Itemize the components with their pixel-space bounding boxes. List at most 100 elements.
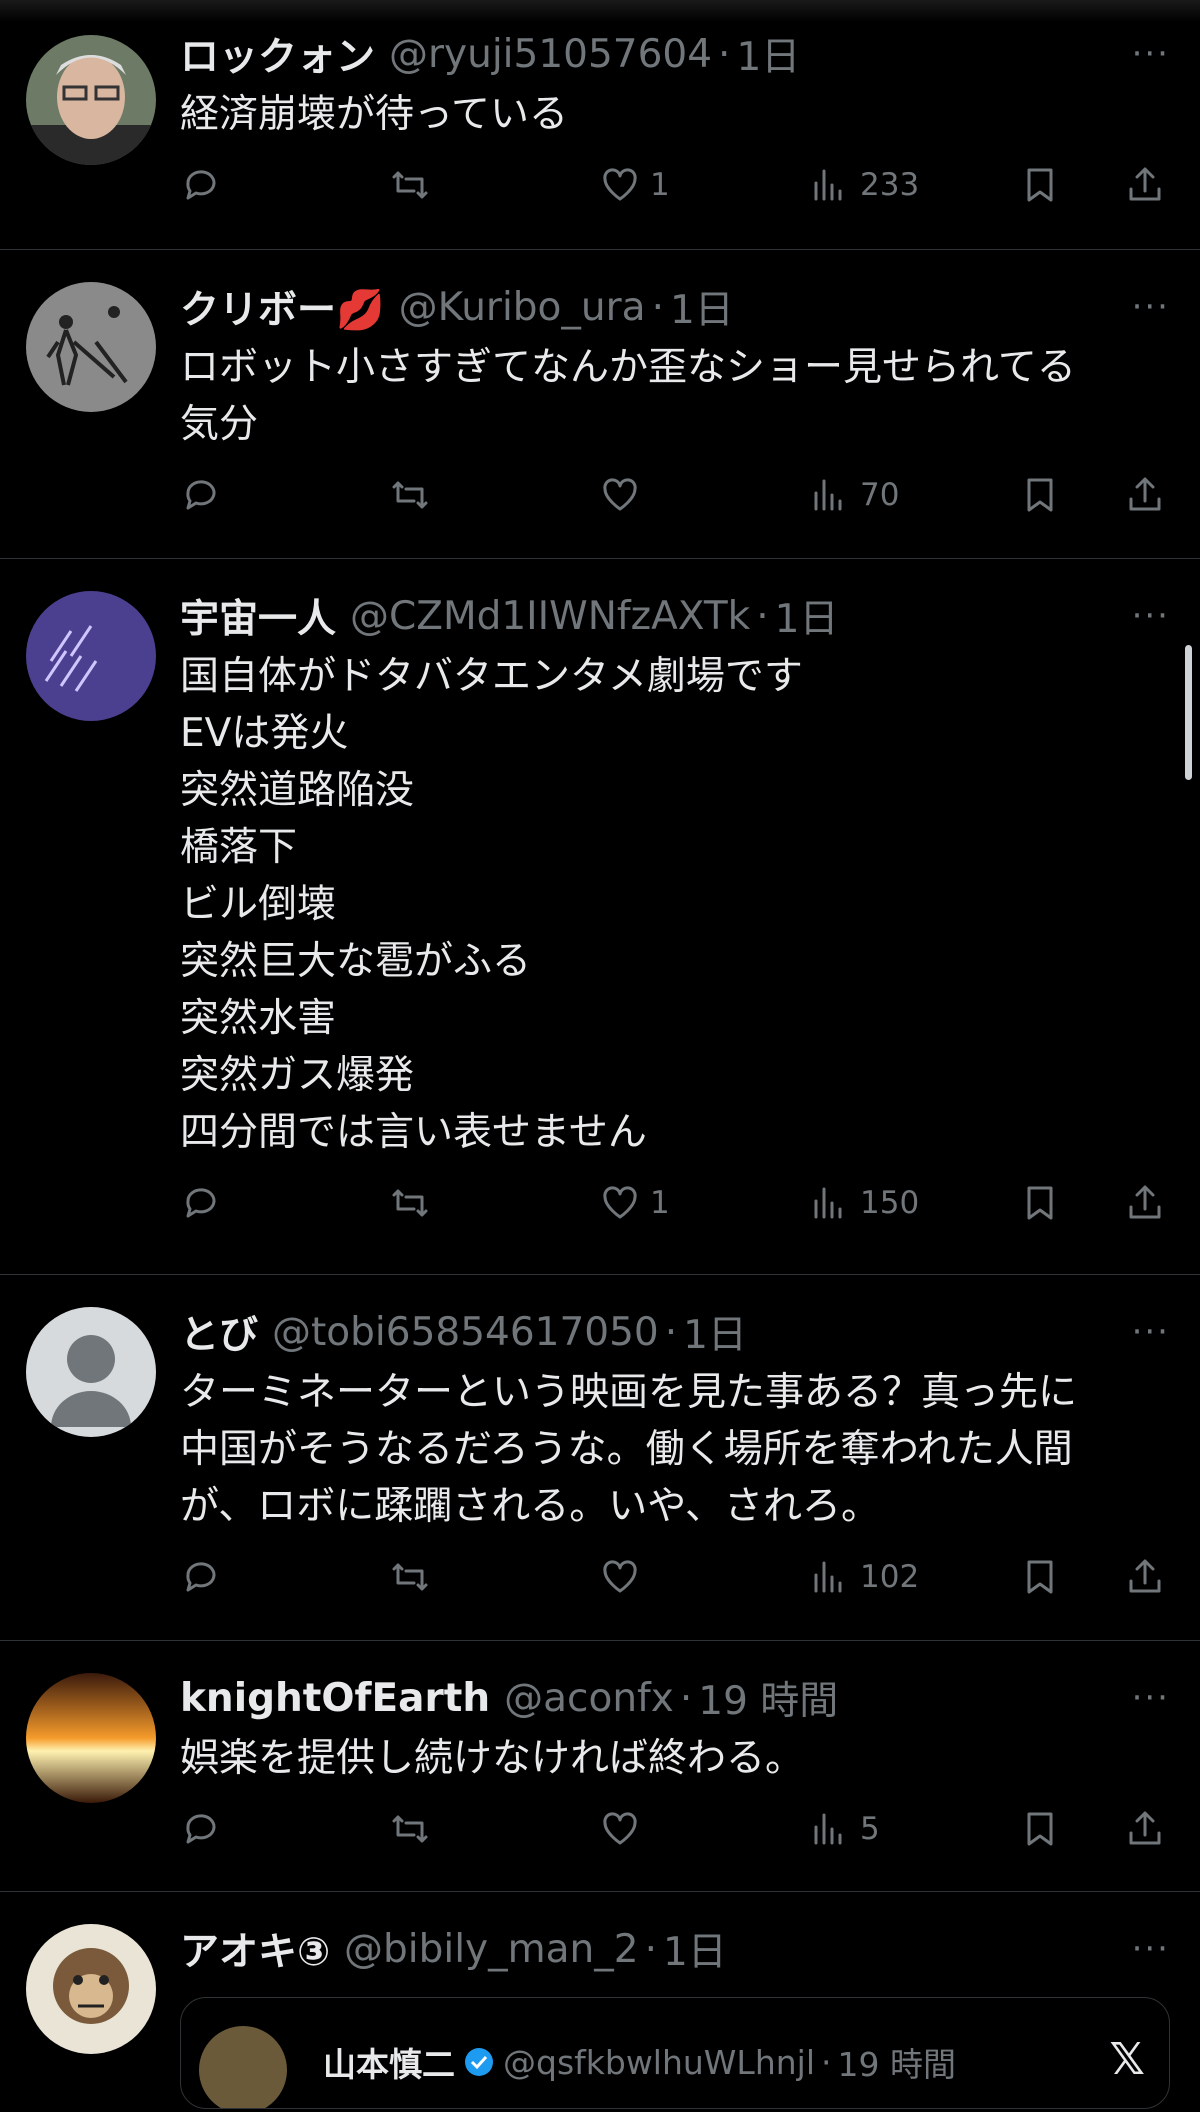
quoted-tweet[interactable]: 山本慎二 @qsfkbwlhuWLhnjl · 19 時間 𝕏	[180, 1997, 1170, 2109]
tweet-5[interactable]: knightOfEarth @aconfx · 19 時間 ··· 娯楽を提供し…	[0, 1641, 1200, 1892]
avatar[interactable]	[26, 591, 156, 721]
author-handle[interactable]: @bibily_man_2	[344, 1927, 639, 1972]
repost-button[interactable]	[390, 1809, 430, 1849]
repost-button[interactable]	[390, 1183, 430, 1223]
views-button[interactable]: 102	[810, 1557, 919, 1597]
bookmark-icon	[1027, 478, 1053, 512]
reply-button[interactable]	[180, 1183, 220, 1223]
reply-button[interactable]	[180, 1557, 220, 1597]
author-name[interactable]: アオキ③	[180, 1921, 330, 1977]
share-button[interactable]	[1125, 165, 1165, 205]
quoted-avatar[interactable]	[199, 2026, 287, 2108]
author-name[interactable]: knightOfEarth	[180, 1676, 490, 1721]
share-icon	[1129, 1185, 1161, 1219]
reply-button[interactable]	[180, 165, 220, 205]
tweet-3[interactable]: 宇宙一人 @CZMd1IIWNfzAXTk · 1日 ··· 国自体がドタバタエ…	[0, 559, 1200, 1275]
tweet-line: 突然ガス爆発	[180, 1053, 415, 1098]
repost-button[interactable]	[390, 1557, 430, 1597]
bookmark-button[interactable]	[1020, 1809, 1060, 1849]
author-handle[interactable]: @ryuji51057604	[389, 32, 712, 77]
author-name[interactable]: とび	[180, 1304, 258, 1360]
share-icon	[1129, 167, 1161, 201]
action-bar: 70	[180, 475, 1170, 545]
heart-icon	[603, 1560, 637, 1593]
views-icon	[814, 1561, 842, 1593]
repost-button[interactable]	[390, 475, 430, 515]
avatar[interactable]	[26, 1307, 156, 1437]
quoted-timestamp[interactable]: 19 時間	[838, 2038, 956, 2086]
like-button[interactable]: 1	[600, 165, 670, 205]
more-icon[interactable]: ···	[1132, 1678, 1170, 1718]
tweet-4[interactable]: とび @tobi65854617050 · 1日 ··· ターミネーターという映…	[0, 1275, 1200, 1641]
separator: ·	[664, 1309, 678, 1355]
author-handle[interactable]: @Kuribo_ura	[399, 285, 646, 330]
tweet-text: 経済崩壊が待っている	[180, 86, 1170, 143]
avatar[interactable]	[26, 1673, 156, 1803]
tweet-line: が、ロボに蹂躙される。いや、されろ。	[180, 1484, 881, 1529]
views-button[interactable]: 70	[810, 475, 899, 515]
bookmark-button[interactable]	[1020, 1557, 1060, 1597]
author-name[interactable]: 宇宙一人	[180, 588, 336, 644]
share-button[interactable]	[1125, 1809, 1165, 1849]
quoted-author-handle[interactable]: @qsfkbwlhuWLhnjl	[503, 2043, 815, 2082]
like-button[interactable]: 1	[600, 1183, 670, 1223]
tweet-6[interactable]: アオキ③ @bibily_man_2 · 1日 ··· 山本慎二 @qsfkbw…	[0, 1892, 1200, 2112]
share-button[interactable]	[1125, 1183, 1165, 1223]
tweet-2[interactable]: クリボー💋 @Kuribo_ura · 1日 ··· ロボット小さすぎてなんか歪…	[0, 250, 1200, 559]
tweet-line: 国自体がドタバタエンタメ劇場です	[180, 654, 803, 699]
views-button[interactable]: 5	[810, 1809, 880, 1849]
more-icon[interactable]: ···	[1132, 1929, 1170, 1969]
repost-icon	[392, 1189, 428, 1217]
tweet-text: ターミネーターという映画を見た事ある？真っ先に 中国がそうなるだろうな。働く場所…	[180, 1364, 1170, 1535]
timestamp[interactable]: 1日	[775, 588, 839, 644]
reply-icon	[186, 1562, 216, 1592]
repost-button[interactable]	[390, 165, 430, 205]
separator: ·	[644, 1926, 657, 1972]
more-icon[interactable]: ···	[1132, 596, 1170, 636]
views-icon	[814, 479, 842, 511]
like-count: 1	[650, 1185, 670, 1221]
share-icon	[1129, 1559, 1161, 1593]
timestamp[interactable]: 1日	[663, 1921, 727, 1977]
reply-icon	[186, 170, 216, 200]
reply-icon	[186, 1814, 216, 1844]
tweet-line: 娯楽を提供し続けなければ終わる。	[180, 1736, 805, 1781]
author-handle[interactable]: @tobi65854617050	[272, 1310, 659, 1355]
view-count: 102	[860, 1559, 920, 1595]
timestamp[interactable]: 1日	[670, 279, 734, 335]
bookmark-button[interactable]	[1020, 1183, 1060, 1223]
tweet-line: EVは発火	[180, 711, 349, 756]
author-name[interactable]: クリボー💋	[180, 279, 385, 335]
views-button[interactable]: 233	[810, 165, 919, 205]
author-handle[interactable]: @CZMd1IIWNfzAXTk	[350, 594, 750, 639]
timestamp[interactable]: 19 時間	[698, 1670, 838, 1726]
timestamp[interactable]: 1日	[683, 1304, 747, 1360]
quoted-author-name[interactable]: 山本慎二	[323, 2038, 455, 2086]
more-icon[interactable]: ···	[1132, 1312, 1170, 1352]
more-icon[interactable]: ···	[1132, 287, 1170, 327]
share-button[interactable]	[1125, 1557, 1165, 1597]
tweet-line: ビル倒壊	[180, 882, 337, 927]
views-icon	[814, 169, 842, 201]
avatar[interactable]	[26, 1924, 156, 2054]
avatar[interactable]	[26, 35, 156, 165]
bookmark-button[interactable]	[1020, 165, 1060, 205]
x-logo-icon: 𝕏	[1109, 2034, 1145, 2085]
tweet-text: 国自体がドタバタエンタメ劇場です EVは発火 突然道路陥没 橋落下 ビル倒壊 突…	[180, 648, 1170, 1161]
more-icon[interactable]: ···	[1132, 34, 1170, 74]
views-button[interactable]: 150	[810, 1183, 919, 1223]
author-name[interactable]: ロックォン	[180, 26, 375, 82]
bookmark-button[interactable]	[1020, 475, 1060, 515]
share-button[interactable]	[1125, 475, 1165, 515]
like-button[interactable]	[600, 475, 650, 515]
author-handle[interactable]: @aconfx	[504, 1676, 674, 1721]
scrollbar[interactable]	[1185, 645, 1192, 780]
timestamp[interactable]: 1日	[736, 26, 800, 82]
bookmark-icon	[1027, 1186, 1053, 1220]
avatar[interactable]	[26, 282, 156, 412]
tweet-1[interactable]: ロックォン @ryuji51057604 · 1日 ··· 経済崩壊が待っている…	[0, 22, 1200, 250]
like-button[interactable]	[600, 1557, 650, 1597]
like-button[interactable]	[600, 1809, 650, 1849]
reply-button[interactable]	[180, 1809, 220, 1849]
reply-button[interactable]	[180, 475, 220, 515]
